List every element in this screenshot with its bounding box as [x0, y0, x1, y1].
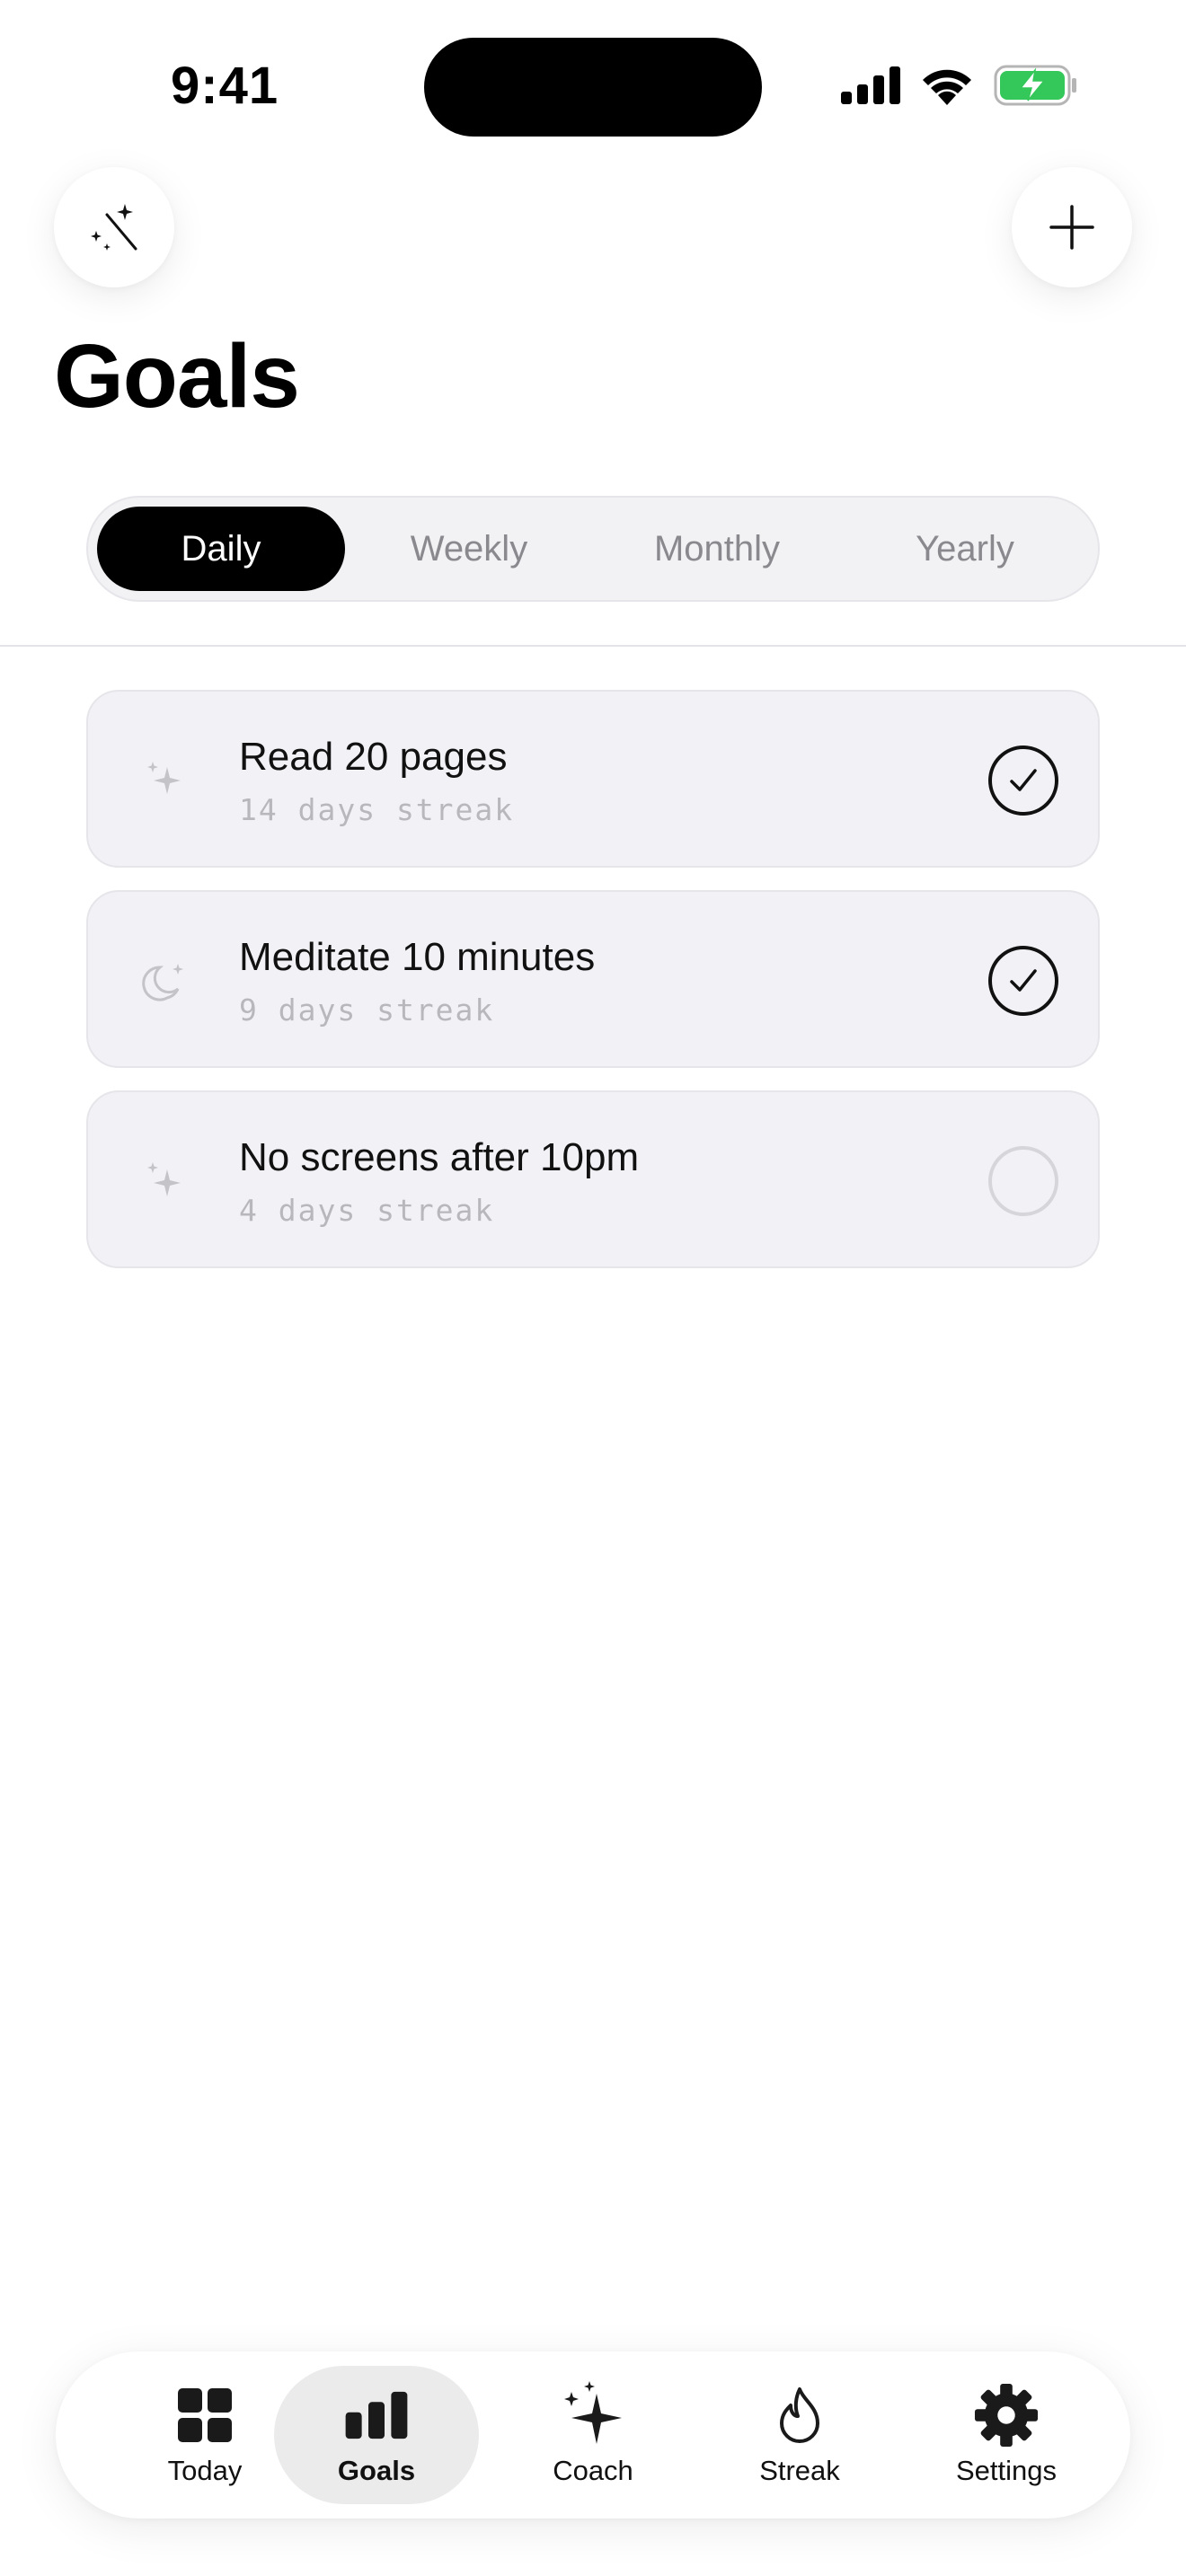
goal-streak: 9 days streak — [239, 992, 495, 1028]
flame-icon — [780, 2387, 819, 2443]
goal-streak: 4 days streak — [239, 1193, 495, 1228]
grid-icon — [178, 2388, 232, 2442]
goal-card[interactable]: Meditate 10 minutes 9 days streak — [86, 890, 1100, 1068]
goal-card[interactable]: Read 20 pages 14 days streak — [86, 690, 1100, 868]
magic-wand-icon — [91, 204, 137, 251]
period-segmented-control: Daily Weekly Monthly Yearly — [86, 496, 1100, 602]
segment-yearly[interactable]: Yearly — [841, 507, 1089, 591]
gear-icon — [974, 2383, 1039, 2448]
goal-checkbox[interactable] — [988, 745, 1058, 816]
goal-list: Read 20 pages 14 days streak Meditate 10… — [86, 690, 1100, 1291]
dynamic-island — [424, 38, 762, 137]
tab-label: Coach — [553, 2455, 633, 2486]
segment-weekly[interactable]: Weekly — [345, 507, 593, 591]
sparkle-icon — [564, 2381, 622, 2444]
sparkles-icon — [147, 762, 181, 794]
goal-title: Read 20 pages — [239, 735, 508, 779]
add-goal-button[interactable] — [1012, 167, 1132, 287]
tab-bar: Today Goals Coach Streak Settings — [56, 2351, 1130, 2519]
bar-chart-icon — [345, 2391, 408, 2439]
status-icons — [841, 63, 1078, 108]
tab-coach[interactable]: Coach — [491, 2366, 695, 2504]
battery-charging-icon — [994, 65, 1076, 106]
goal-card[interactable]: No screens after 10pm 4 days streak — [86, 1090, 1100, 1268]
tab-label: Today — [167, 2455, 243, 2486]
plus-icon — [1049, 205, 1094, 250]
status-bar: 9:41 — [0, 0, 1186, 171]
magic-wand-button[interactable] — [54, 167, 174, 287]
moon-stars-icon — [142, 964, 183, 1001]
goal-title: Meditate 10 minutes — [239, 935, 596, 979]
tab-goals[interactable]: Goals — [274, 2366, 479, 2504]
page-title: Goals — [54, 326, 300, 427]
divider — [0, 645, 1186, 647]
tab-label: Goals — [337, 2455, 416, 2486]
segment-monthly[interactable]: Monthly — [593, 507, 841, 591]
cellular-signal-icon — [841, 66, 900, 104]
goal-streak: 14 days streak — [239, 792, 515, 827]
checkmark-icon — [1010, 769, 1037, 791]
wifi-icon — [923, 69, 971, 105]
tab-settings[interactable]: Settings — [904, 2366, 1109, 2504]
tab-streak[interactable]: Streak — [697, 2366, 902, 2504]
goal-title: No screens after 10pm — [239, 1135, 640, 1179]
goal-checkbox[interactable] — [988, 1146, 1058, 1216]
segment-daily[interactable]: Daily — [97, 507, 345, 591]
status-time: 9:41 — [171, 57, 279, 115]
tab-label: Streak — [759, 2455, 840, 2486]
tab-label: Settings — [955, 2455, 1057, 2486]
sparkles-icon — [147, 1162, 181, 1196]
goal-checkbox[interactable] — [988, 946, 1058, 1016]
checkmark-icon — [1010, 969, 1037, 992]
